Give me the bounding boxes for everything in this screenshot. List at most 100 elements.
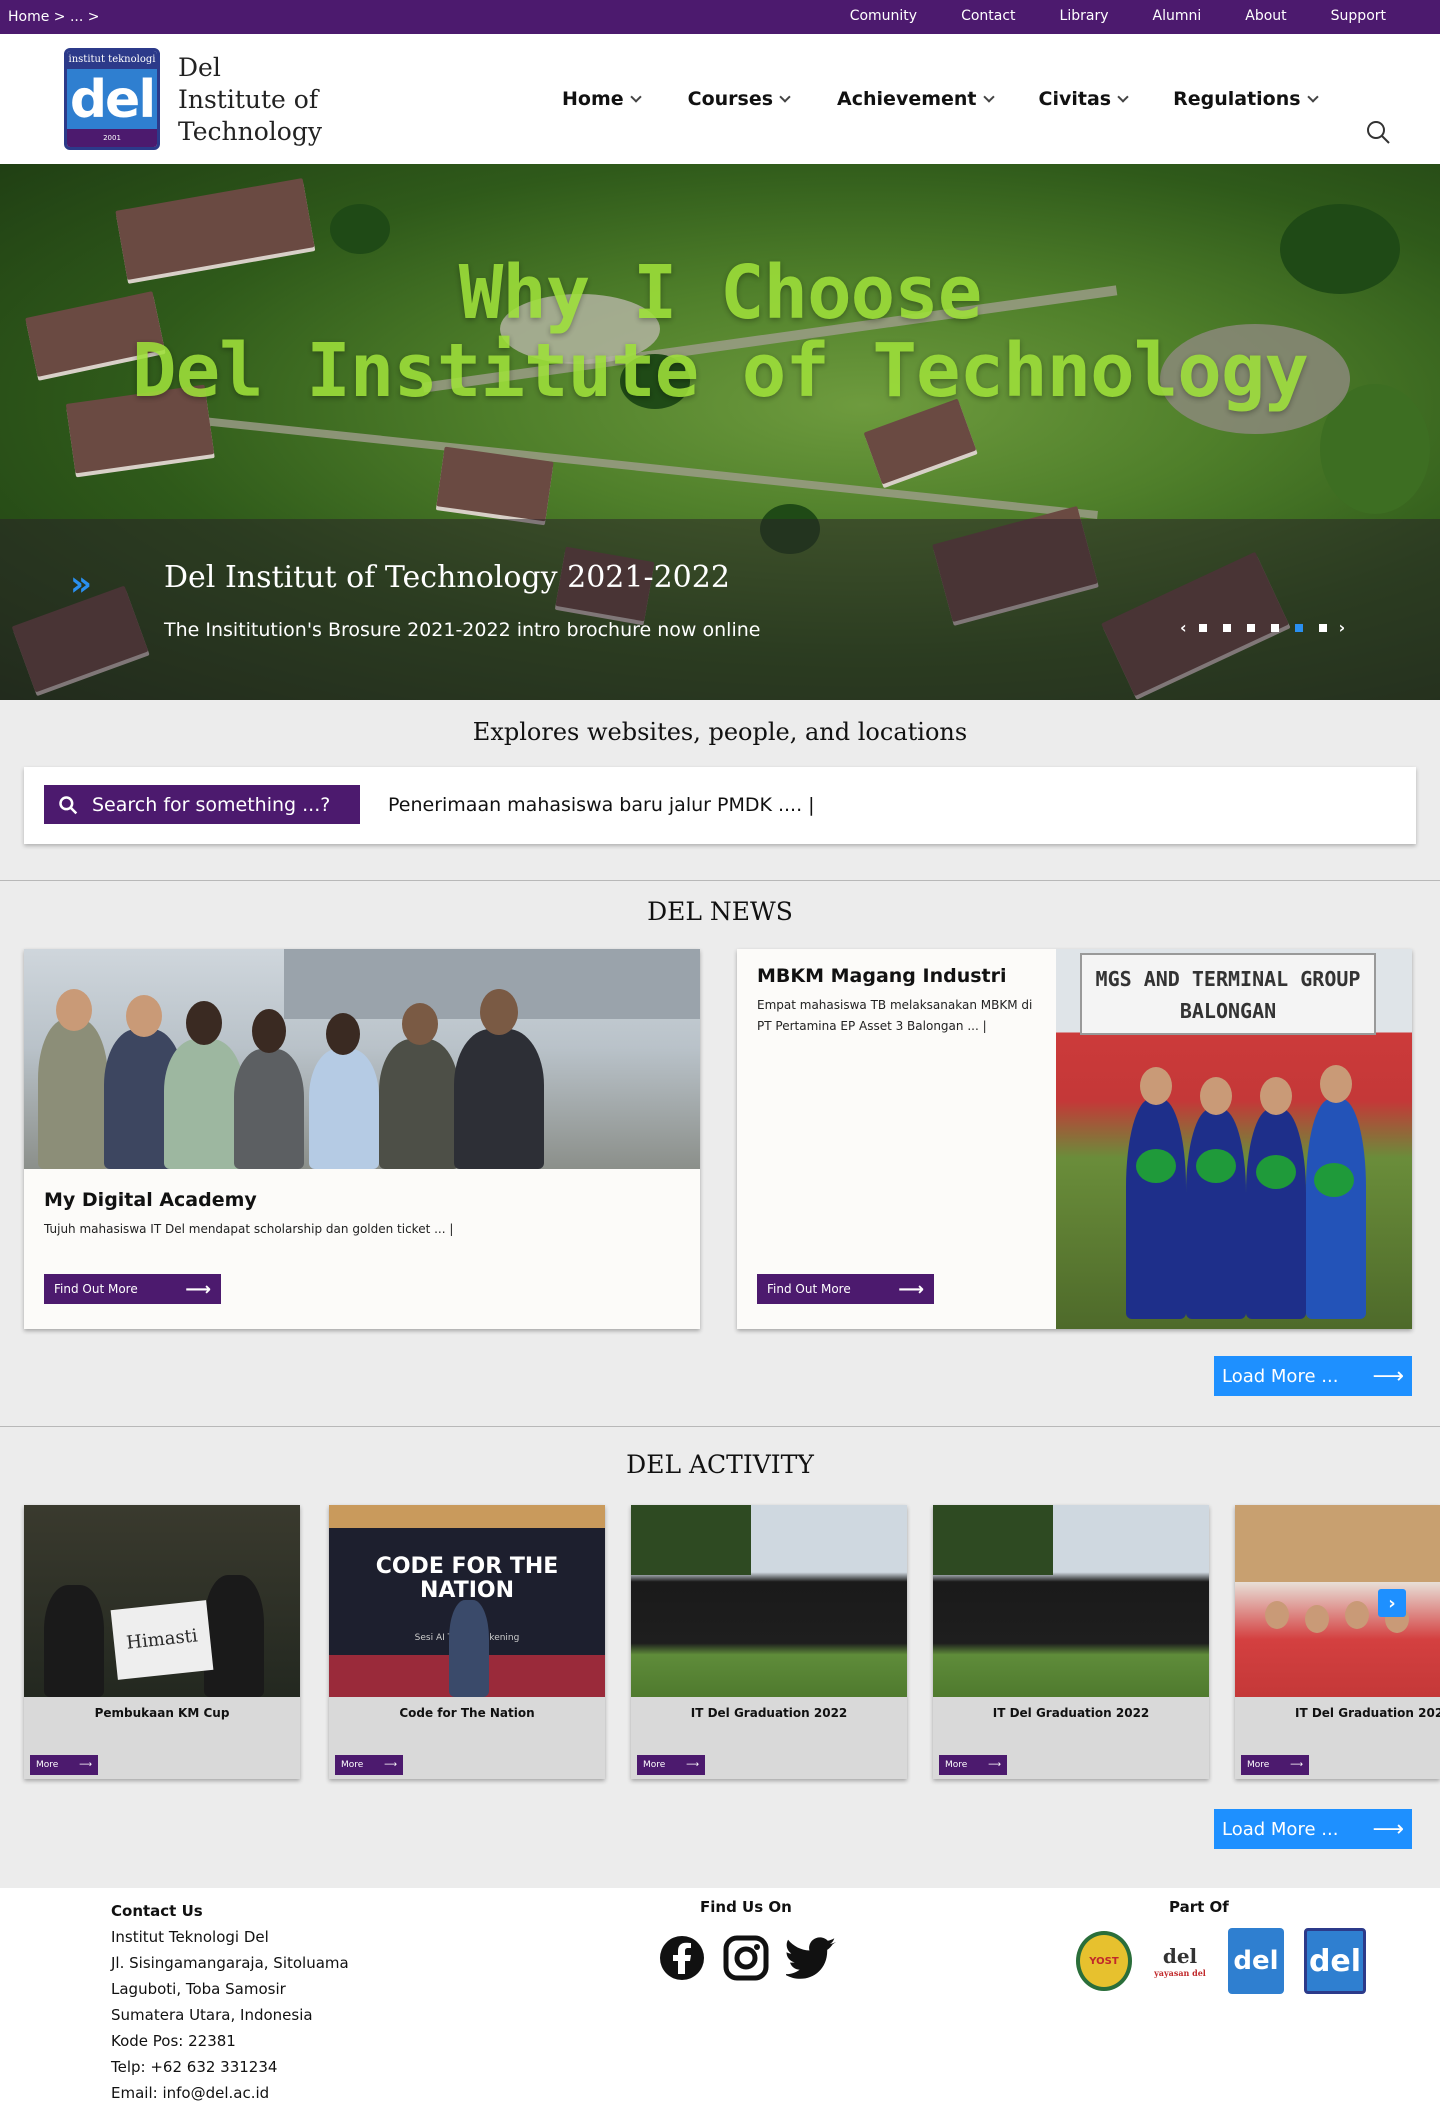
news-card[interactable]: MBKM Magang Industri Empat mahasiswa TB … [737, 949, 1412, 1329]
photo-person-head [480, 989, 518, 1035]
top-link-comunity[interactable]: Comunity [850, 8, 917, 24]
chevron-down-icon [629, 90, 642, 103]
partner-logos: YOST del yayasan del del del [1076, 1928, 1366, 1994]
top-link-support[interactable]: Support [1331, 8, 1386, 24]
top-link-alumni[interactable]: Alumni [1153, 8, 1202, 24]
photo-person-head [1200, 1077, 1232, 1115]
photo-person [234, 1049, 304, 1169]
slider-dot-4[interactable] [1270, 623, 1279, 632]
breadcrumb[interactable]: Home > ... > [8, 9, 100, 25]
hero-subtitle: The Insititution's Brosure 2021-2022 int… [164, 619, 761, 641]
more-button[interactable]: More ⟶ [637, 1755, 705, 1775]
search-icon[interactable] [1366, 120, 1390, 144]
activity-photo: CODE FOR THE NATION Sesi AI Tech Awakeni… [329, 1505, 605, 1697]
nav-civitas[interactable]: Civitas [1038, 88, 1129, 110]
yayasan-del-logo[interactable]: del yayasan del [1152, 1928, 1208, 1994]
more-button[interactable]: More ⟶ [335, 1755, 403, 1775]
itdel-logo[interactable]: del [1304, 1928, 1366, 1994]
contact-line: Laguboti, Toba Samosir [111, 1980, 286, 1998]
nav-civitas-label: Civitas [1038, 88, 1112, 110]
contact-line: Kode Pos: 22381 [111, 2032, 236, 2050]
activity-card[interactable]: IT Del Graduation 2022 More ⟶ [631, 1505, 907, 1779]
activity-photo [933, 1505, 1209, 1697]
slider-dots: ‹ › [1176, 618, 1349, 637]
more-button[interactable]: More ⟶ [939, 1755, 1007, 1775]
nav-achievement[interactable]: Achievement [837, 88, 995, 110]
top-link-about[interactable]: About [1245, 8, 1286, 24]
carousel-next-icon[interactable]: › [1378, 1589, 1406, 1617]
more-label: More [643, 1760, 666, 1770]
photo-person [1246, 1109, 1306, 1319]
contact-email[interactable]: Email: info@del.ac.id [111, 2080, 349, 2106]
photo-person [379, 1039, 459, 1169]
news-card[interactable]: My Digital Academy Tujuh mahasiswa IT De… [24, 949, 700, 1329]
photo-person-head [252, 1009, 286, 1053]
activity-photo [631, 1505, 907, 1697]
brand-line-1: Del [178, 53, 221, 82]
search-button[interactable]: Search for something ...? [44, 785, 360, 824]
activity-card[interactable]: CODE FOR THE NATION Sesi AI Tech Awakeni… [329, 1505, 605, 1779]
activity-card[interactable]: IT Del Graduation 2022 More ⟶ [933, 1505, 1209, 1779]
news-title[interactable]: MBKM Magang Industri [757, 965, 1007, 987]
photo-person [204, 1575, 264, 1697]
photo-person [164, 1039, 244, 1169]
arrow-right-icon: ⟶ [384, 1760, 397, 1770]
find-out-more-label: Find Out More [54, 1282, 138, 1296]
slider-dot-2[interactable] [1222, 623, 1231, 632]
photo-person [1126, 1099, 1186, 1319]
photo-sign: MGS AND TERMINAL GROUP BALONGAN [1080, 953, 1376, 1035]
photo-person-head [1265, 1601, 1289, 1629]
slider-next-icon[interactable]: › [1339, 618, 1346, 637]
news-photo-group [24, 949, 700, 1169]
top-bar: Home > ... > Comunity Contact Library Al… [0, 0, 1440, 34]
photo-person-head [1320, 1065, 1352, 1103]
slider-prev-icon[interactable]: ‹ [1180, 618, 1187, 637]
main-nav: Home Courses Achievement Civitas Regulat… [562, 88, 1319, 110]
activity-load-more-button[interactable]: Load More ... ⟶ [1214, 1809, 1412, 1849]
photo-person-head [1345, 1601, 1369, 1629]
nav-home-label: Home [562, 88, 624, 110]
twitter-icon[interactable] [786, 1934, 838, 1982]
yost-logo[interactable]: YOST [1076, 1931, 1132, 1991]
site-footer: Contact Us Institut Teknologi Del Jl. Si… [0, 1888, 1440, 2115]
chevron-down-icon [1117, 90, 1129, 103]
search-input[interactable]: Penerimaan mahasiswa baru jalur PMDK ...… [388, 794, 815, 816]
facebook-icon[interactable] [658, 1934, 706, 1982]
news-desc: Tujuh mahasiswa IT Del mendapat scholars… [44, 1222, 454, 1236]
chevron-down-icon [1306, 90, 1319, 103]
slider-dot-3[interactable] [1246, 623, 1255, 632]
photo-helmet [1196, 1149, 1236, 1183]
slider-dot-5[interactable] [1294, 623, 1303, 632]
more-button[interactable]: More ⟶ [30, 1755, 98, 1775]
top-link-contact[interactable]: Contact [961, 8, 1015, 24]
slider-dot-1[interactable] [1198, 623, 1207, 632]
nav-home[interactable]: Home [562, 88, 642, 110]
divider [0, 1426, 1440, 1427]
logo-top-text: institut teknologi [67, 51, 157, 69]
slider-dot-6[interactable] [1318, 623, 1327, 632]
instagram-icon[interactable] [722, 1934, 770, 1982]
find-out-more-button[interactable]: Find Out More ⟶ [44, 1274, 221, 1304]
photo-person-head [326, 1013, 360, 1055]
arrow-right-icon: ⟶ [1372, 1363, 1404, 1389]
site-header: institut teknologi del 2001 Del Institut… [0, 34, 1440, 164]
nav-regulations[interactable]: Regulations [1173, 88, 1319, 110]
top-links: Comunity Contact Library Alumni About Su… [806, 8, 1386, 24]
more-label: More [36, 1760, 59, 1770]
nav-courses[interactable]: Courses [688, 88, 791, 110]
activity-card[interactable]: IT Del Graduation 2022 More ⟶ [1235, 1505, 1440, 1779]
news-desc: Empat mahasiswa TB melaksanakan MBKM di … [757, 998, 1033, 1033]
site-logo[interactable]: institut teknologi del 2001 [64, 48, 160, 150]
activity-card[interactable]: Himasti Pembukaan KM Cup More ⟶ [24, 1505, 300, 1779]
brand-name[interactable]: Del Institute of Technology [178, 52, 322, 148]
news-load-more-button[interactable]: Load More ... ⟶ [1214, 1356, 1412, 1396]
contact-heading: Contact Us [111, 1902, 203, 1920]
more-button[interactable]: More ⟶ [1241, 1755, 1309, 1775]
news-heading: DEL NEWS [647, 897, 793, 926]
photo-helmet [1136, 1149, 1176, 1183]
find-out-more-button[interactable]: Find Out More ⟶ [757, 1274, 934, 1304]
top-link-library[interactable]: Library [1060, 8, 1109, 24]
news-title[interactable]: My Digital Academy [44, 1189, 257, 1211]
del-logo-blue[interactable]: del [1228, 1928, 1284, 1994]
news-photo-workers: MGS AND TERMINAL GROUP BALONGAN [1056, 949, 1412, 1329]
